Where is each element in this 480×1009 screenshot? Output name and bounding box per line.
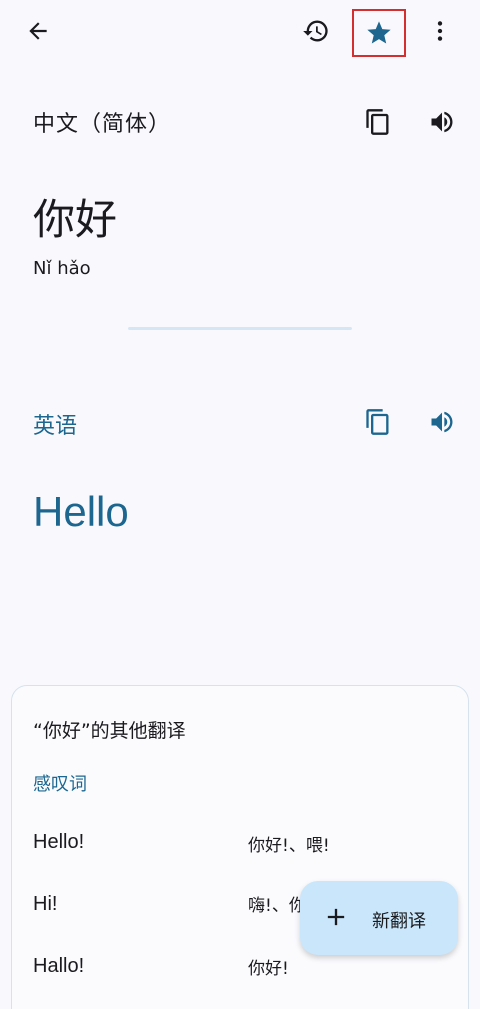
- back-button[interactable]: [16, 9, 60, 53]
- arrow-back-icon: [29, 22, 47, 40]
- copy-icon: [366, 109, 389, 135]
- translation-row-chinese: 嗨!、你: [248, 896, 306, 916]
- more-options-button[interactable]: [418, 9, 462, 53]
- star-icon: [367, 21, 391, 44]
- plus-icon: [327, 908, 345, 926]
- translation-row-chinese: 你好!、喂!: [248, 836, 330, 856]
- target-language-label: 英语: [33, 414, 78, 439]
- source-transliteration: Nǐ hǎo: [33, 258, 91, 279]
- copy-target-button[interactable]: [356, 400, 400, 444]
- speaker-icon: [431, 111, 453, 133]
- part-of-speech-label: 感叹词: [33, 774, 87, 795]
- new-translation-button[interactable]: 新翻译: [300, 881, 458, 955]
- target-text[interactable]: Hello: [33, 488, 129, 536]
- copy-source-button[interactable]: [356, 100, 400, 144]
- favorite-button[interactable]: [352, 9, 406, 57]
- history-button[interactable]: [294, 9, 338, 53]
- copy-icon: [366, 409, 389, 435]
- translation-row-english[interactable]: Hi!: [33, 893, 57, 916]
- source-language-label: 中文（简体）: [33, 112, 172, 137]
- new-translation-label: 新翻译: [372, 911, 426, 932]
- source-text[interactable]: 你好: [33, 186, 117, 247]
- other-translations-title: “你好”的其他翻译: [33, 720, 186, 742]
- translation-row-english[interactable]: Hello!: [33, 831, 84, 854]
- translation-row-english[interactable]: Hallo!: [33, 955, 84, 978]
- more-vert-icon: [437, 21, 443, 41]
- listen-target-button[interactable]: [420, 400, 464, 444]
- listen-source-button[interactable]: [420, 100, 464, 144]
- section-divider: [128, 327, 352, 330]
- history-icon: [303, 20, 328, 42]
- speaker-icon: [431, 411, 453, 433]
- translation-row-chinese: 你好!: [248, 959, 289, 979]
